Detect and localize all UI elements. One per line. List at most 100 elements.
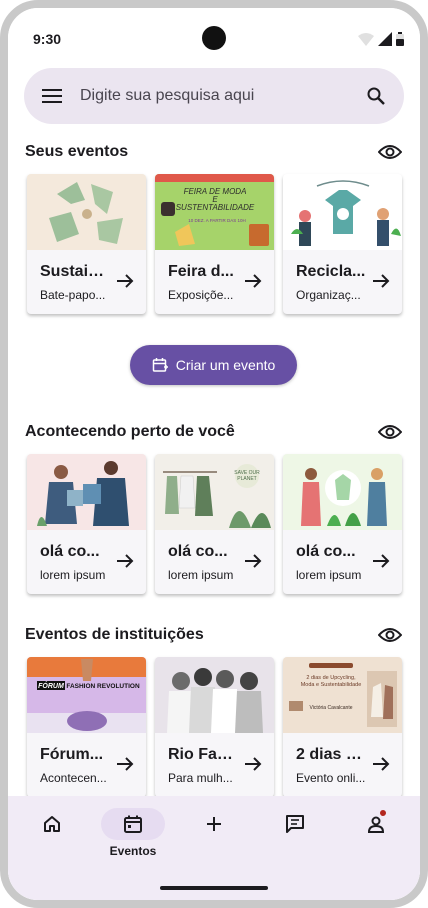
message-icon xyxy=(286,815,304,833)
nav-item-home[interactable] xyxy=(20,808,84,868)
status-time: 9:30 xyxy=(33,31,62,47)
event-card[interactable]: Rio Fas... Para mulh... xyxy=(155,657,274,797)
women-photo-image xyxy=(155,657,274,733)
poster-line: Moda e Sustentabilidade xyxy=(301,682,362,688)
create-event-label: Criar um evento xyxy=(175,357,276,373)
people-clothes-image xyxy=(27,454,146,530)
arrow-right-icon[interactable] xyxy=(114,550,136,572)
wifi-icon xyxy=(358,33,374,46)
screen: 9:30 Digite sua pesquisa aqui Seus event… xyxy=(8,8,420,900)
card-title: 2 dias d... xyxy=(296,746,366,763)
event-card[interactable]: 2 dias de Upcycling, Moda e Sustentabili… xyxy=(283,657,402,797)
home-icon xyxy=(44,816,60,832)
nav-pill xyxy=(20,808,84,840)
device-frame: 9:30 Digite sua pesquisa aqui Seus event… xyxy=(0,0,428,908)
card-subtitle: Acontecen... xyxy=(40,771,107,785)
event-card[interactable]: FEIRA DE MODA E SUSTENTABILIDADE 10 DEZ.… xyxy=(155,174,274,314)
home-indicator xyxy=(160,886,268,890)
search-input[interactable]: Digite sua pesquisa aqui xyxy=(80,87,364,105)
section-header-perto: Acontecendo perto de você xyxy=(25,417,405,447)
card-title: Recicla... xyxy=(296,263,366,280)
recycle-illustration-image xyxy=(27,174,146,250)
card-subtitle: lorem ipsum xyxy=(168,568,234,582)
event-card[interactable]: olá co... lorem ipsum xyxy=(27,454,146,594)
search-bar[interactable]: Digite sua pesquisa aqui xyxy=(24,68,404,124)
section-header-seus-eventos: Seus eventos xyxy=(25,137,405,167)
arrow-right-icon[interactable] xyxy=(114,753,136,775)
arrow-right-icon[interactable] xyxy=(370,753,392,775)
event-card[interactable]: FÓRUM FASHION REVOLUTION Fórum... Aconte… xyxy=(27,657,146,797)
nav-pill xyxy=(344,808,408,840)
bottom-navigation: Eventos xyxy=(8,796,420,900)
section-header-instituicoes: Eventos de instituições xyxy=(25,620,405,650)
nav-item-profile[interactable] xyxy=(344,808,408,868)
arrow-right-icon[interactable] xyxy=(242,753,264,775)
nav-pill xyxy=(182,808,246,840)
card-subtitle: Organizaç... xyxy=(296,288,361,302)
arrow-right-icon[interactable] xyxy=(114,270,136,292)
card-row-perto: olá co... lorem ipsum SAVE OUR PLANET ol… xyxy=(26,454,420,598)
card-title: olá co... xyxy=(168,543,228,560)
calendar-icon xyxy=(124,815,142,833)
recycling-people-image xyxy=(283,174,402,250)
eye-icon[interactable] xyxy=(375,620,405,650)
notification-badge xyxy=(380,810,386,816)
upcycling-poster-image: 2 dias de Upcycling, Moda e Sustentabili… xyxy=(283,657,402,733)
forum-fashion-image: FÓRUM FASHION REVOLUTION xyxy=(27,657,146,733)
card-subtitle: Exposiçõe... xyxy=(168,288,234,302)
poster-small: 10 DEZ. A PARTIR DAS 10H xyxy=(188,218,246,223)
menu-icon[interactable] xyxy=(40,84,64,108)
nav-pill xyxy=(263,808,327,840)
clothes-rack-image: SAVE OUR PLANET xyxy=(155,454,274,530)
card-title: Sustain... xyxy=(40,263,110,280)
section-title: Eventos de instituições xyxy=(25,626,204,643)
poster-small: Victória Cavalcante xyxy=(310,705,353,711)
person-icon xyxy=(367,816,385,833)
section-title: Acontecendo perto de você xyxy=(25,423,235,440)
add-icon xyxy=(207,817,221,831)
arrow-right-icon[interactable] xyxy=(370,270,392,292)
event-card[interactable]: olá co... lorem ipsum xyxy=(283,454,402,594)
poster-line: FASHION REVOLUTION xyxy=(66,683,140,690)
nav-item-add[interactable] xyxy=(182,808,246,868)
card-title: Feira d... xyxy=(168,263,234,280)
card-subtitle: Bate-papo... xyxy=(40,288,106,302)
nav-pill-active xyxy=(101,808,165,840)
card-row-seus-eventos: Sustain... Bate-papo... FEIRA DE MODA E … xyxy=(26,174,420,318)
nav-label-eventos: Eventos xyxy=(109,844,157,858)
card-title: olá co... xyxy=(40,543,100,560)
event-card[interactable]: SAVE OUR PLANET olá co... lorem ipsum xyxy=(155,454,274,594)
camera-cutout xyxy=(202,26,226,50)
nav-item-messages[interactable] xyxy=(263,808,327,868)
section-title: Seus eventos xyxy=(25,143,129,160)
calendar-add-icon xyxy=(152,358,168,372)
poster-line: 2 dias de Upcycling, xyxy=(306,675,356,681)
arrow-right-icon[interactable] xyxy=(242,550,264,572)
search-icon[interactable] xyxy=(364,84,388,108)
status-icons xyxy=(358,32,404,46)
card-row-instituicoes: FÓRUM FASHION REVOLUTION Fórum... Aconte… xyxy=(26,657,420,801)
card-title: Rio Fas... xyxy=(168,746,238,763)
arrow-right-icon[interactable] xyxy=(370,550,392,572)
eye-icon[interactable] xyxy=(375,417,405,447)
battery-icon xyxy=(396,32,404,46)
signal-icon xyxy=(378,32,392,46)
eye-icon[interactable] xyxy=(375,137,405,167)
poster-line: FÓRUM xyxy=(38,681,64,690)
people-plants-image xyxy=(283,454,402,530)
event-card[interactable]: Recicla... Organizaç... xyxy=(283,174,402,314)
arrow-right-icon[interactable] xyxy=(242,270,264,292)
nav-item-eventos[interactable]: Eventos xyxy=(101,808,165,868)
card-subtitle: Para mulh... xyxy=(168,771,233,785)
card-subtitle: lorem ipsum xyxy=(296,568,362,582)
poster-line: SUSTENTABILIDADE xyxy=(176,203,255,212)
fair-poster-image: FEIRA DE MODA E SUSTENTABILIDADE 10 DEZ.… xyxy=(155,174,274,250)
status-bar: 9:30 xyxy=(8,8,420,72)
event-card[interactable]: Sustain... Bate-papo... xyxy=(27,174,146,314)
create-event-button[interactable]: Criar um evento xyxy=(130,345,297,385)
card-subtitle: lorem ipsum xyxy=(40,568,106,582)
poster-line: PLANET xyxy=(237,476,256,482)
card-subtitle: Evento onli... xyxy=(296,771,366,785)
card-title: olá co... xyxy=(296,543,356,560)
card-title: Fórum... xyxy=(40,746,104,763)
